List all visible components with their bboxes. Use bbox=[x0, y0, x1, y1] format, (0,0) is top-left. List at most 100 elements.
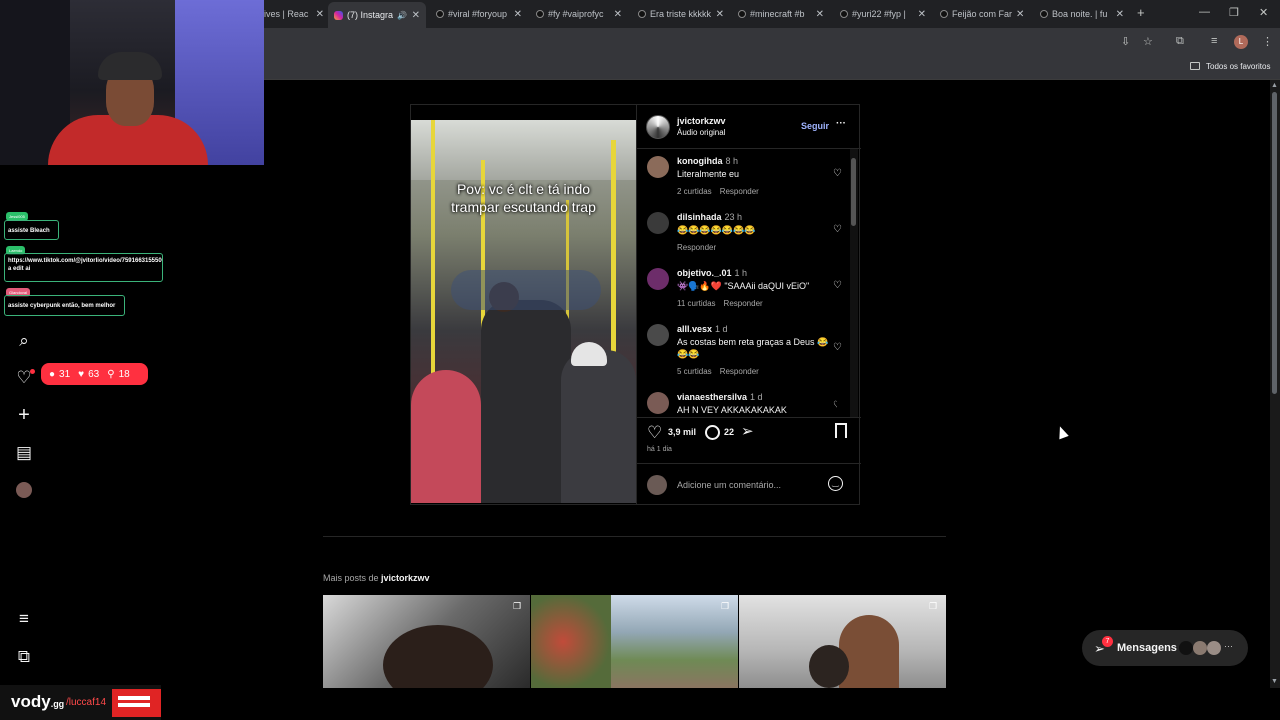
close-icon[interactable]: ✕ bbox=[816, 9, 824, 20]
messages-badge: 7 bbox=[1102, 636, 1113, 647]
comments-scrollbar-thumb[interactable] bbox=[851, 158, 856, 226]
heart-icon[interactable]: ♡ bbox=[833, 342, 842, 353]
tab-title: Era triste kkkkk bbox=[650, 9, 712, 19]
profile-avatar[interactable]: L bbox=[1234, 35, 1248, 49]
minimize-icon[interactable]: — bbox=[1199, 6, 1210, 18]
tab-title: #minecraft #b bbox=[750, 9, 805, 19]
tab-instagram[interactable]: (7) Instagra 🔊 ✕ bbox=[328, 2, 426, 28]
page-scrollbar-thumb[interactable] bbox=[1272, 92, 1277, 394]
comment-username[interactable]: vianaesthersilva 1 d bbox=[677, 392, 763, 402]
close-icon[interactable]: ✕ bbox=[1016, 9, 1024, 20]
close-icon[interactable]: ✕ bbox=[614, 9, 622, 20]
comment-meta: 5 curtidas Responder bbox=[677, 367, 759, 376]
person bbox=[839, 615, 899, 688]
restore-icon[interactable]: ❐ bbox=[1229, 6, 1239, 19]
folder-icon bbox=[1190, 62, 1200, 70]
audio-label[interactable]: Áudio original bbox=[677, 128, 725, 137]
more-menu-icon[interactable]: ≡ bbox=[15, 610, 33, 628]
heart-icon[interactable]: ♡ bbox=[833, 400, 837, 411]
vody-logo: vody.gg bbox=[11, 692, 65, 711]
comment-username[interactable]: konogihda 8 h bbox=[677, 156, 738, 166]
tab-3[interactable]: #fy #vaiprofyc ✕ bbox=[530, 4, 628, 24]
post-thumbnail[interactable]: ❐ bbox=[531, 595, 738, 688]
window-close-icon[interactable]: ✕ bbox=[1259, 6, 1268, 19]
tab-title: Feijão com Far bbox=[952, 9, 1013, 19]
new-tab-button[interactable]: + bbox=[1137, 5, 1145, 20]
comment-icon[interactable] bbox=[705, 425, 720, 440]
heart-icon[interactable]: ♡ bbox=[833, 280, 842, 291]
comment-username[interactable]: dilsinhada 23 h bbox=[677, 212, 742, 222]
close-icon[interactable]: ✕ bbox=[1116, 9, 1124, 20]
media-control-icon[interactable]: ≡ bbox=[1211, 35, 1217, 47]
tab-5[interactable]: #minecraft #b ✕ bbox=[732, 4, 830, 24]
scroll-down-icon[interactable]: ▼ bbox=[1271, 678, 1278, 685]
heart-icon[interactable]: ♡ bbox=[833, 224, 842, 235]
heart-icon: ♥ bbox=[78, 368, 85, 380]
avatar[interactable] bbox=[647, 156, 669, 178]
search-icon[interactable]: ⌕ bbox=[15, 332, 33, 350]
tab-8[interactable]: Boa noite. | fu ✕ bbox=[1034, 4, 1130, 24]
author-avatar[interactable] bbox=[646, 115, 670, 139]
meta-apps-icon[interactable]: ⧉ bbox=[15, 648, 33, 666]
post-details: jvictorkzwv Áudio original Seguir ··· ko… bbox=[636, 105, 861, 504]
create-plus-icon[interactable]: + bbox=[15, 405, 33, 425]
close-icon[interactable]: ✕ bbox=[514, 9, 522, 20]
tab-2[interactable]: #viral #foryoup ✕ bbox=[430, 4, 528, 24]
badge-stripe bbox=[118, 696, 150, 700]
likes-count: 63 bbox=[88, 368, 100, 380]
scroll-up-icon[interactable]: ▲ bbox=[1271, 82, 1278, 89]
avatar[interactable] bbox=[647, 268, 669, 290]
comment-text: Literalmente eu bbox=[677, 169, 740, 179]
all-bookmarks-link[interactable]: Todos os favoritos bbox=[1206, 62, 1270, 71]
tab-6[interactable]: #yuri22 #fyp | ✕ bbox=[834, 4, 932, 24]
badge-stripe bbox=[118, 703, 150, 707]
tab-title: (7) Instagra bbox=[347, 10, 394, 20]
profile-avatar[interactable] bbox=[16, 482, 32, 498]
comment-username[interactable]: alll.vesx 1 d bbox=[677, 324, 728, 334]
more-options-icon[interactable]: ··· bbox=[836, 118, 846, 129]
star-icon[interactable]: ☆ bbox=[1143, 35, 1153, 48]
post-video[interactable]: Pov: vc é clt e tá indo trampar escutand… bbox=[411, 120, 636, 503]
tiktok-icon bbox=[1040, 10, 1048, 18]
follow-button[interactable]: Seguir bbox=[801, 121, 829, 131]
close-icon[interactable]: ✕ bbox=[918, 9, 926, 20]
extensions-icon[interactable]: ⧉ bbox=[1176, 35, 1184, 48]
like-icon[interactable]: ♡ bbox=[647, 423, 662, 443]
emoji-icon[interactable]: ‿ bbox=[828, 476, 843, 491]
tab-title: ives | Reac bbox=[264, 9, 309, 19]
dashboard-icon[interactable]: ▤ bbox=[15, 444, 33, 462]
post-thumbnail[interactable]: ❐ bbox=[739, 595, 946, 688]
menu-dots-icon[interactable]: ⋮ bbox=[1262, 35, 1273, 48]
close-icon[interactable]: ✕ bbox=[716, 9, 724, 20]
video-caption-line1: Pov: vc é clt e tá indo bbox=[456, 181, 591, 197]
crowd bbox=[451, 270, 601, 310]
comment-count[interactable]: 22 bbox=[724, 427, 734, 437]
tab-0[interactable]: ives | Reac ✕ bbox=[258, 4, 330, 24]
post-thumbnail[interactable]: ❐ bbox=[323, 595, 530, 688]
messages-button[interactable]: ➢ 7 Mensagens ··· bbox=[1082, 630, 1248, 666]
comment-meta: 11 curtidas Responder bbox=[677, 299, 763, 308]
add-comment-input[interactable]: Adicione um comentário... bbox=[677, 480, 781, 490]
avatar[interactable] bbox=[647, 212, 669, 234]
close-icon[interactable]: ✕ bbox=[412, 10, 420, 21]
comment-username[interactable]: objetivo._.01 1 h bbox=[677, 268, 747, 278]
comment-text: As costas bem reta graças a Deus 😂😂😂 bbox=[677, 337, 829, 359]
author-username[interactable]: jvictorkzwv bbox=[677, 116, 726, 126]
tab-7[interactable]: Feijão com Far ✕ bbox=[934, 4, 1030, 24]
bookmark-icon[interactable] bbox=[835, 423, 847, 438]
tab-4[interactable]: Era triste kkkkk ✕ bbox=[632, 4, 730, 24]
speaker-icon[interactable]: 🔊 bbox=[397, 11, 407, 20]
my-avatar bbox=[647, 475, 667, 495]
more-posts-label: Mais posts de jvictorkzwv bbox=[323, 573, 430, 583]
divider bbox=[637, 148, 861, 149]
heart-icon[interactable]: ♡ bbox=[833, 168, 842, 179]
avatar[interactable] bbox=[647, 324, 669, 346]
tiktok-icon bbox=[940, 10, 948, 18]
like-count[interactable]: 3,9 mil bbox=[668, 427, 696, 437]
avatar[interactable] bbox=[647, 392, 669, 414]
notification-popup[interactable]: ● 31 ♥ 63 ⚲ 18 bbox=[41, 363, 148, 385]
install-icon[interactable]: ⇩ bbox=[1121, 35, 1130, 48]
close-icon[interactable]: ✕ bbox=[316, 9, 324, 20]
share-icon[interactable]: ➢ bbox=[741, 422, 754, 440]
vody-badge bbox=[112, 689, 161, 717]
